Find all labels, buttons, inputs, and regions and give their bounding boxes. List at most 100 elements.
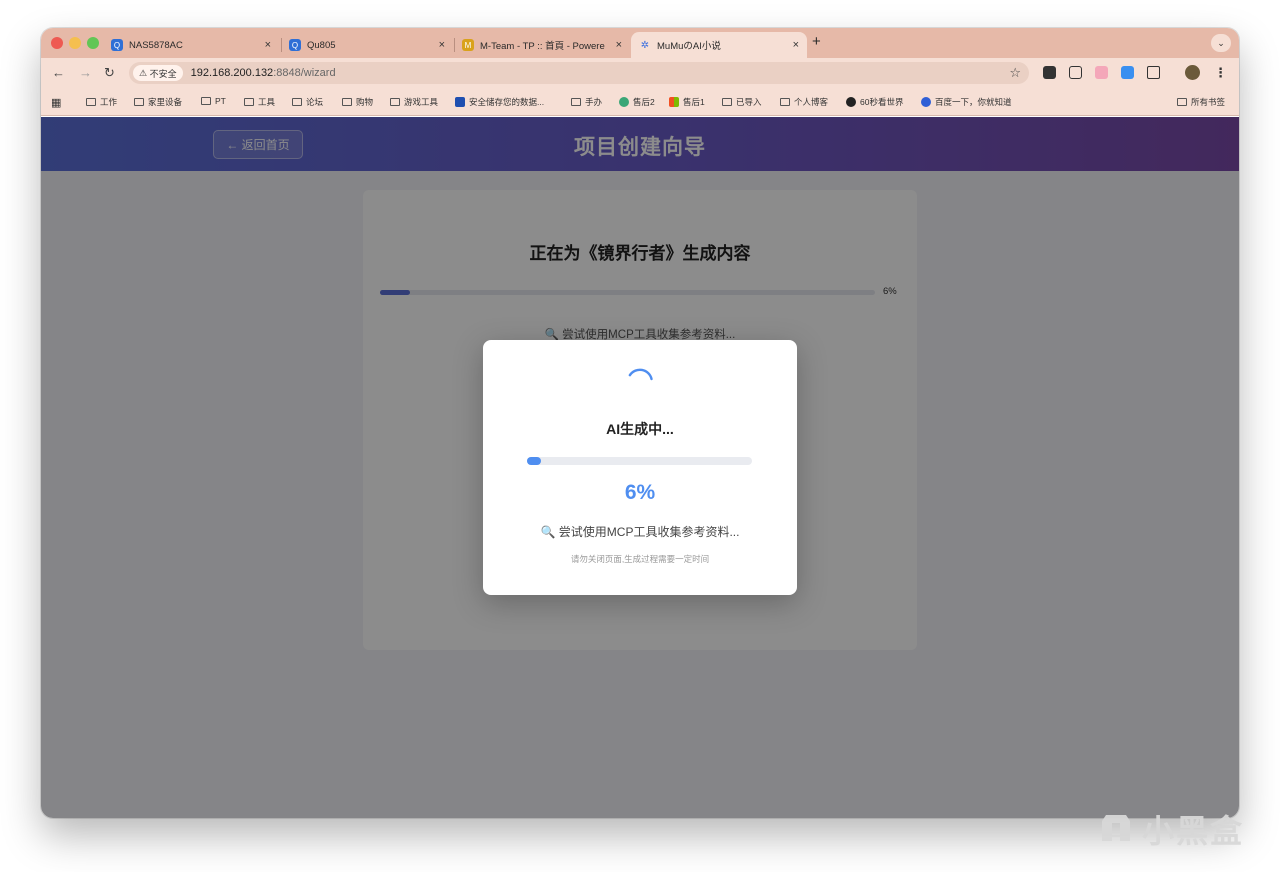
bookmark-item[interactable]: 工具 <box>244 96 275 108</box>
tab-mteam[interactable]: M M-Team - TP :: 首頁 - Powere × <box>454 32 630 58</box>
tab-title: NAS5878AC <box>129 39 183 51</box>
bookmark-item[interactable]: 售后2 <box>619 96 655 108</box>
bookmark-item[interactable]: 售后1 <box>669 96 705 108</box>
window-close-button[interactable] <box>51 37 63 49</box>
app-icon <box>455 97 465 107</box>
forward-arrow-icon[interactable]: → <box>79 65 92 80</box>
xiaoheihe-logo-icon <box>1101 815 1130 841</box>
all-bookmarks[interactable]: 所有书签 <box>1177 96 1225 108</box>
bookmark-label: 手办 <box>585 97 603 107</box>
tab-title: M-Team - TP :: 首頁 - Powere <box>480 41 605 52</box>
mteam-icon: M <box>462 39 474 51</box>
extension-icon[interactable] <box>1121 66 1134 79</box>
bookmark-star-icon[interactable]: ☆ <box>1009 65 1021 81</box>
bookmark-label: 安全储存您的数据... <box>469 97 545 107</box>
modal-progress-bar <box>527 457 752 465</box>
bookmark-label: 工作 <box>100 97 118 107</box>
bookmark-label: 已导入 <box>736 97 762 107</box>
tab-close-icon[interactable]: × <box>439 39 445 51</box>
bookmark-item[interactable]: 已导入 <box>722 96 762 108</box>
app-icon <box>619 97 629 107</box>
bookmark-label: 工具 <box>258 97 276 107</box>
apps-grid-icon[interactable]: ▦ <box>51 96 61 109</box>
tab-close-icon[interactable]: × <box>265 39 271 51</box>
puzzle-extensions-icon[interactable] <box>1147 66 1160 79</box>
folder-icon <box>86 98 96 106</box>
bookmark-item[interactable]: 手办 <box>571 96 602 108</box>
folder-icon <box>292 98 302 106</box>
tab-qu805[interactable]: Q Qu805 × <box>281 32 453 58</box>
url-host: 192.168.200.132 <box>190 67 274 79</box>
modal-progress-fill <box>527 457 541 465</box>
more-menu-icon[interactable]: ⋮ <box>1214 65 1227 81</box>
butterfly-icon: ✲ <box>640 39 650 51</box>
back-arrow-icon[interactable]: ← <box>52 65 65 80</box>
bookmark-label: 家里设备 <box>148 97 183 107</box>
tab-nas5878ac[interactable]: Q NAS5878AC × <box>103 32 279 58</box>
bookmark-item[interactable]: 购物 <box>342 96 373 108</box>
browser-window: Q NAS5878AC × Q Qu805 × M M-Team - TP ::… <box>41 28 1239 818</box>
bookmark-label: 论坛 <box>306 97 324 107</box>
bookmark-item[interactable]: 百度一下，你就知道 <box>921 96 1012 108</box>
page-content: ← 返回首页 项目创建向导 正在为《镜界行者》生成内容 6% 🔍 尝试使用MCP… <box>41 117 1239 818</box>
avatar[interactable] <box>1185 65 1200 80</box>
bookmark-label: PT <box>215 96 226 106</box>
app-icon <box>846 97 856 107</box>
url-path: :8848/wizard <box>273 67 336 79</box>
window-minimize-button[interactable] <box>69 37 81 49</box>
modal-title: AI生成中... <box>606 421 674 437</box>
extension-icon[interactable] <box>1095 66 1108 79</box>
bookmark-item[interactable]: 家里设备 <box>134 96 182 108</box>
bookmark-item[interactable]: 游戏工具 <box>390 96 438 108</box>
modal-hint-text: 请勿关闭页面,生成过程需要一定时间 <box>570 554 710 564</box>
folder-icon <box>571 98 581 106</box>
chevron-down-icon: ⌄ <box>1217 37 1225 48</box>
loading-spinner-icon <box>628 368 653 381</box>
bookmark-label: 所有书签 <box>1191 97 1226 107</box>
qnap-icon: Q <box>289 39 301 51</box>
tab-strip: Q NAS5878AC × Q Qu805 × M M-Team - TP ::… <box>41 28 1239 58</box>
ai-generation-modal: AI生成中... 6% 🔍 尝试使用MCP工具收集参考资料... 请勿关闭页面,… <box>483 340 797 595</box>
qnap-icon: Q <box>111 39 123 51</box>
watermark: 小黑盒 <box>1098 806 1244 852</box>
reload-icon[interactable]: ↻ <box>104 65 115 81</box>
bookmark-item[interactable]: 安全储存您的数据... <box>455 96 544 108</box>
folder-icon <box>244 98 254 106</box>
tab-title: Qu805 <box>307 39 336 51</box>
app-icon <box>669 97 679 107</box>
bookmark-item[interactable]: PT <box>201 96 226 106</box>
bookmark-label: 售后1 <box>683 97 705 107</box>
bookmark-label: 游戏工具 <box>404 97 439 107</box>
tab-search-button[interactable]: ⌄ <box>1211 34 1231 52</box>
bookmark-label: 售后2 <box>633 97 655 107</box>
bookmark-item[interactable]: 工作 <box>86 96 117 108</box>
folder-icon <box>1177 98 1187 106</box>
warning-icon: ⚠ <box>139 67 150 78</box>
address-bar[interactable]: ⚠ 不安全 192.168.200.132:8848/wizard ☆ <box>129 62 1029 84</box>
folder-icon <box>722 98 732 106</box>
security-label: 不安全 <box>149 68 177 79</box>
bookmark-item[interactable]: 60秒看世界 <box>846 96 903 108</box>
tab-close-icon[interactable]: × <box>793 39 799 51</box>
folder-icon <box>780 98 790 106</box>
folder-icon <box>201 97 211 105</box>
bookmark-label: 购物 <box>356 97 374 107</box>
window-maximize-button[interactable] <box>87 37 99 49</box>
bookmarks-bar: ▦ 工作 家里设备 PT 工具 论坛 购物 游戏工具 安全储存您的数据... 手… <box>41 88 1239 116</box>
folder-icon <box>342 98 352 106</box>
bookmark-item[interactable]: 论坛 <box>292 96 323 108</box>
extension-icon[interactable] <box>1043 66 1056 79</box>
bookmark-label: 百度一下，你就知道 <box>935 97 1012 107</box>
bookmark-item[interactable]: 个人博客 <box>780 96 828 108</box>
tab-mumu-ai-novel[interactable]: ✲ MuMuのAI小说 × <box>631 32 807 58</box>
modal-progress-percent: 6% <box>624 481 656 504</box>
screenshot-extension-icon[interactable] <box>1069 66 1082 79</box>
folder-icon <box>390 98 400 106</box>
security-chip[interactable]: ⚠ 不安全 <box>133 65 183 81</box>
url-text: 192.168.200.132:8848/wizard <box>191 67 336 79</box>
browser-toolbar: ← → ↻ ⚠ 不安全 192.168.200.132:8848/wizard … <box>41 58 1239 88</box>
tab-close-icon[interactable]: × <box>616 39 622 51</box>
baidu-icon <box>921 97 931 107</box>
bookmark-label: 个人博客 <box>794 97 829 107</box>
new-tab-button[interactable]: + <box>812 33 821 50</box>
